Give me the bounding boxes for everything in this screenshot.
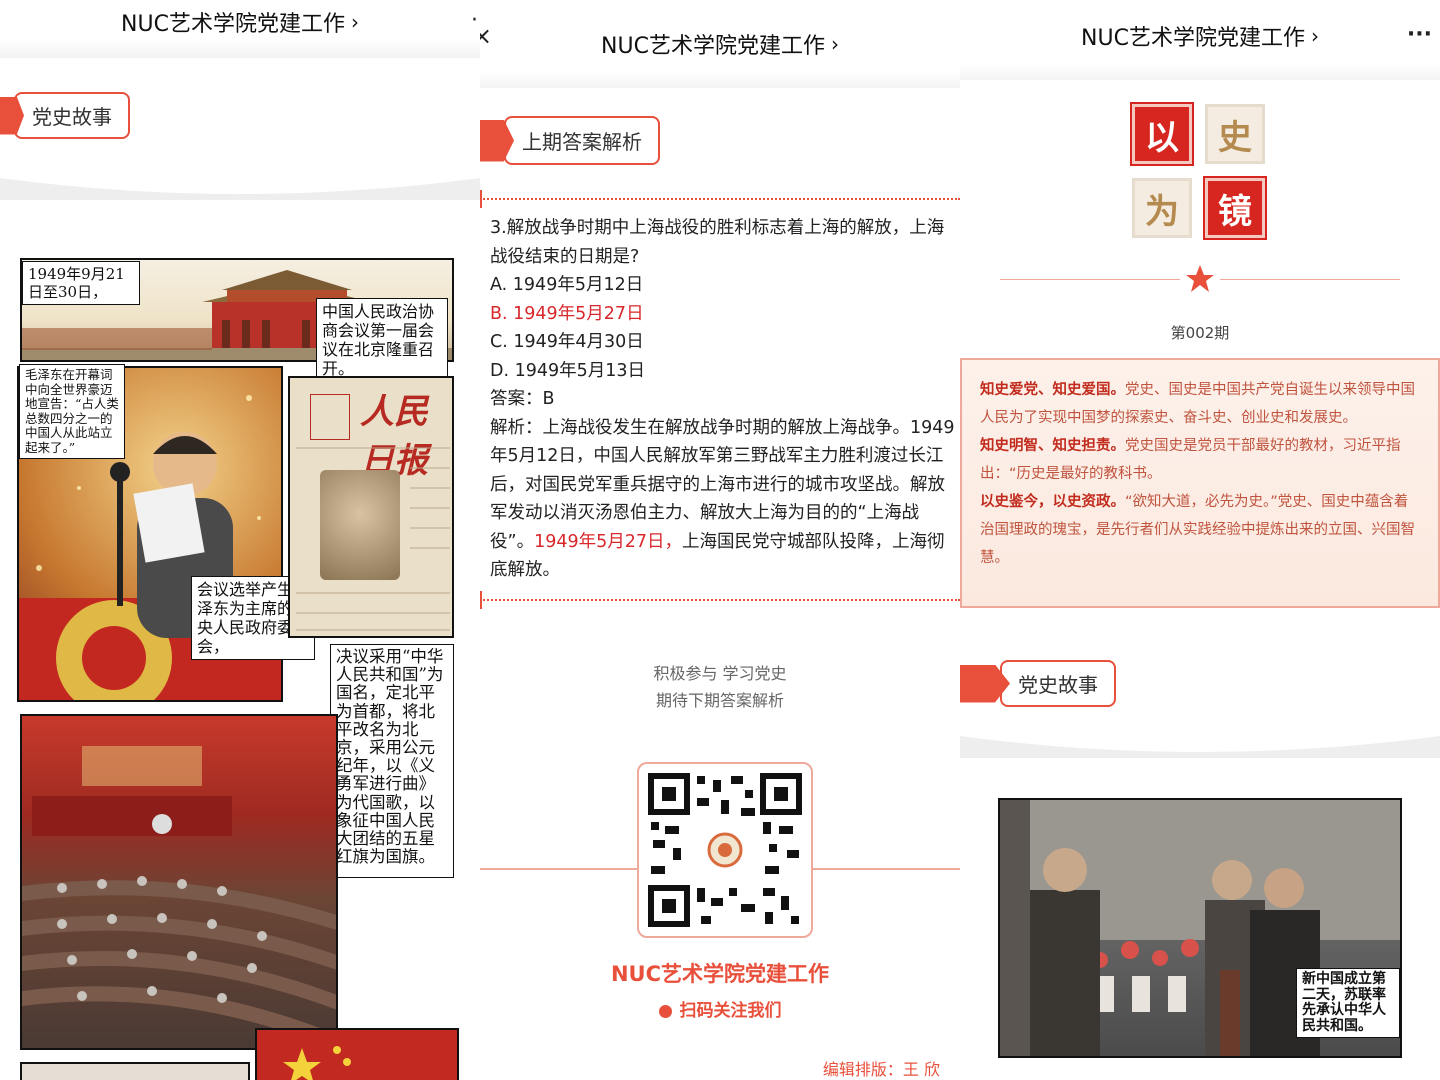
top-bar: NUC艺术学院党建工作 › [960, 6, 1440, 66]
star-icon [1186, 265, 1214, 292]
editor-credit: 编辑排版：王 欣 [822, 1060, 940, 1079]
analysis-text: 解析：上海战役发生在解放战争时期的解放上海战争。1949年5月12日，中国人民解… [490, 414, 958, 585]
comic-caption: 毛泽东在开幕词中向全世界豪迈地宣告：“占人类总数四分之一的中国人从此站立起来了。… [19, 364, 125, 459]
flag-illustration [283, 1046, 351, 1080]
divider-mark [480, 591, 482, 609]
account-title[interactable]: NUC艺术学院党建工作 › [1081, 20, 1319, 52]
question-block: 3.解放战争时期中上海战役的胜利标志着上海的解放，上海战役结束的日期是? A. … [490, 214, 958, 585]
divider-left [1000, 279, 1180, 280]
cta-line: 积极参与 学习党史 [653, 664, 787, 683]
comic-caption: 决议采用“中华人民共和国”为国名，定北平为首都，将北平改名为北京，采用公元纪年，… [330, 644, 454, 878]
account-title[interactable]: NUC艺术学院党建工作 › [121, 6, 359, 38]
wave-divider [0, 178, 480, 200]
dotted-divider [480, 198, 960, 200]
account-name: NUC艺术学院党建工作 [1081, 26, 1305, 51]
more-icon[interactable]: · [471, 8, 478, 33]
wave-divider [960, 736, 1440, 758]
option-c: C. 1949年4月30日 [490, 332, 644, 352]
intro-paragraph: 知史爱党、知史爱国。党史、国史是中国共产党自诞生以来领导中国人民为了实现中国梦的… [980, 376, 1420, 432]
comic-caption: 1949年9月21日至30日， [22, 261, 140, 305]
section-tag-label: 上期答案解析 [504, 116, 660, 165]
comic-panel-newspaper: 人民日报 [288, 376, 454, 638]
section-tag-label: 党史故事 [1000, 660, 1116, 707]
section-tag: 党史故事 [0, 92, 130, 139]
intro-heading: 知史爱党、知史爱国。 [980, 382, 1125, 398]
screen-2: × NUC艺术学院党建工作 › 上期答案解析 3.解放战争时期中上海战役的胜利标… [480, 0, 960, 1080]
answer-text: 答案：B [490, 389, 555, 409]
qr-frame [637, 762, 813, 938]
intro-paragraph: 知史明智、知史担责。党史国史是党员干部最好的教材，习近平指出：“历史是最好的教科… [980, 432, 1420, 488]
chevron-right-icon: › [1310, 24, 1319, 48]
intro-paragraph: 以史鉴今，以史资政。“欲知大道，必先为史。”党史、国史中蕴含着治国理政的瑰宝，是… [980, 488, 1420, 572]
seal-char: 以 [1130, 102, 1194, 166]
comic-panel-flag [255, 1028, 459, 1080]
analysis-highlight: 1949年5月27日， [534, 531, 683, 552]
newspaper-text-lines [296, 447, 450, 631]
brand-name: NUC艺术学院党建工作 [610, 962, 830, 986]
issue-number: 第002期 [1170, 324, 1230, 342]
account-title[interactable]: NUC艺术学院党建工作 › [601, 28, 839, 60]
scan-text: 扫码关注我们 [679, 1001, 782, 1021]
header-shadow [480, 72, 960, 88]
option-d: D. 1949年5月13日 [490, 360, 646, 381]
screen-1: NUC艺术学院党建工作 › · 党史故事 1949年9月21日至30日， 中国人… [0, 0, 480, 1080]
comic-caption: 中国人民政治协商会议第一届会议在北京隆重召开。 [316, 298, 448, 382]
comic-caption: 新中国成立第二天，苏联率先承认中华人民共和国。 [1296, 968, 1400, 1038]
option-b-correct: B. 1949年5月27日 [490, 303, 644, 324]
seal-char: 史 [1205, 104, 1265, 164]
account-name: NUC艺术学院党建工作 [601, 34, 825, 59]
section-tag-label: 党史故事 [14, 92, 130, 139]
header-shadow [0, 40, 480, 58]
seal-char: 镜 [1203, 176, 1267, 240]
divider-right [1220, 279, 1400, 280]
scan-follow: 扫码关注我们 [480, 996, 960, 1021]
hall-illustration [22, 746, 336, 1048]
question-text: 3.解放战争时期中上海战役的胜利标志着上海的解放，上海战役结束的日期是? [490, 218, 945, 267]
section-tag: 上期答案解析 [480, 116, 660, 165]
qr-code-icon[interactable] [645, 770, 805, 930]
comic-panel-assembly-hall [20, 714, 338, 1050]
option-a: A. 1949年5月12日 [490, 275, 644, 295]
divider-mark [480, 190, 482, 208]
intro-box: 知史爱党、知史爱国。党史、国史是中国共产党自诞生以来领导中国人民为了实现中国梦的… [960, 358, 1440, 608]
header-shadow [960, 64, 1440, 80]
comic-panel-bottom [20, 1062, 250, 1080]
account-name: NUC艺术学院党建工作 [121, 12, 345, 37]
bullet-dot-icon [658, 1004, 672, 1018]
chevron-right-icon: › [830, 32, 839, 56]
more-icon[interactable]: ··· [1407, 22, 1432, 47]
section-tag: 党史故事 [960, 660, 1116, 707]
chevron-right-icon: › [350, 10, 359, 34]
seal-char: 为 [1132, 178, 1192, 238]
dotted-divider [480, 599, 960, 601]
intro-heading: 以史鉴今，以史资政。 [980, 494, 1125, 510]
cta-line: 期待下期答案解析 [655, 691, 784, 710]
screen-3: NUC艺术学院党建工作 › ··· 以 史 为 镜 第002期 知史爱党、知史爱… [960, 0, 1440, 1080]
cta-text: 积极参与 学习党史 期待下期答案解析 [480, 660, 960, 714]
top-bar: NUC艺术学院党建工作 › [480, 14, 960, 74]
intro-heading: 知史明智、知史担责。 [980, 438, 1125, 454]
